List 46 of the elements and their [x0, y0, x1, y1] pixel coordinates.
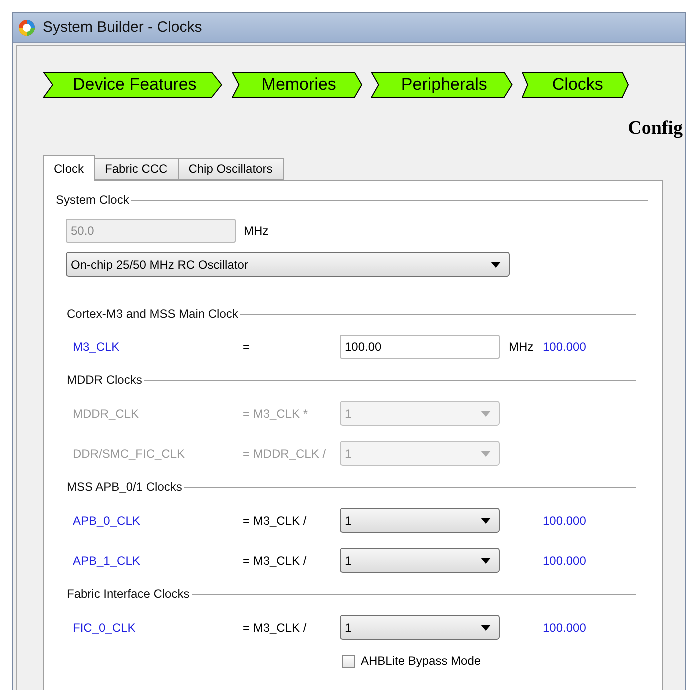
- dropdown[interactable]: 1: [340, 615, 500, 640]
- page-heading: Config: [628, 118, 683, 141]
- clock-formula: = M3_CLK /: [243, 514, 308, 528]
- clock-name: DDR/SMC_FIC_CLK: [73, 446, 186, 460]
- app-logo-icon: [18, 18, 36, 36]
- workflow-step[interactable]: Peripherals: [371, 72, 514, 98]
- dropdown[interactable]: On-chip 25/50 MHz RC Oscillator: [66, 252, 510, 277]
- clock-name: MDDR_CLK: [73, 406, 140, 420]
- frequency-field[interactable]: 100.00: [340, 335, 500, 359]
- clock-formula: = M3_CLK /: [243, 620, 308, 634]
- clock-name: M3_CLK: [73, 340, 121, 354]
- workflow-step[interactable]: Memories: [232, 72, 362, 98]
- window-title: System Builder - Clocks: [43, 19, 202, 36]
- tab[interactable]: Chip Oscillators: [178, 158, 284, 180]
- section-title: MSS APB_0/1 Clocks: [67, 480, 182, 494]
- section-title: System Clock: [56, 193, 130, 207]
- tab[interactable]: Fabric CCC: [94, 158, 179, 180]
- clock-formula: = MDDR_CLK /: [243, 446, 328, 460]
- clock-name: FIC_0_CLK: [73, 620, 137, 634]
- section-title: Cortex-M3 and MSS Main Clock: [67, 307, 238, 321]
- dropdown[interactable]: 1: [340, 508, 500, 533]
- clock-value: 100.000: [543, 340, 588, 354]
- clock-value: 100.000: [543, 514, 588, 528]
- caret-icon: [491, 262, 501, 268]
- bypass-checkbox[interactable]: AHBLite Bypass Mode: [342, 654, 662, 668]
- dropdown[interactable]: 1: [340, 548, 500, 573]
- caret-icon: [481, 450, 491, 456]
- caret-icon: [481, 410, 491, 416]
- section-title: MDDR Clocks: [67, 373, 142, 387]
- tab[interactable]: Clock: [43, 155, 96, 181]
- workflow-step[interactable]: Device Features: [43, 72, 223, 98]
- clock-formula: = M3_CLK /: [243, 554, 308, 568]
- caret-icon: [481, 558, 491, 564]
- clock-name: APB_1_CLK: [73, 554, 142, 568]
- unit-label: MHz: [244, 224, 269, 238]
- checkbox[interactable]: [342, 654, 355, 668]
- clock-name: APB_0_CLK: [73, 514, 142, 528]
- workflow-step[interactable]: Clocks: [522, 72, 630, 98]
- caret-icon: [481, 624, 491, 630]
- clock-value: 100.000: [543, 620, 588, 634]
- section-title: Fabric Interface Clocks: [67, 587, 190, 601]
- caret-icon: [481, 518, 491, 524]
- unit-label: MHz: [508, 340, 535, 354]
- clock-formula: =: [243, 340, 252, 354]
- clock-value: 100.000: [543, 554, 588, 568]
- clock-formula: = M3_CLK *: [243, 406, 310, 420]
